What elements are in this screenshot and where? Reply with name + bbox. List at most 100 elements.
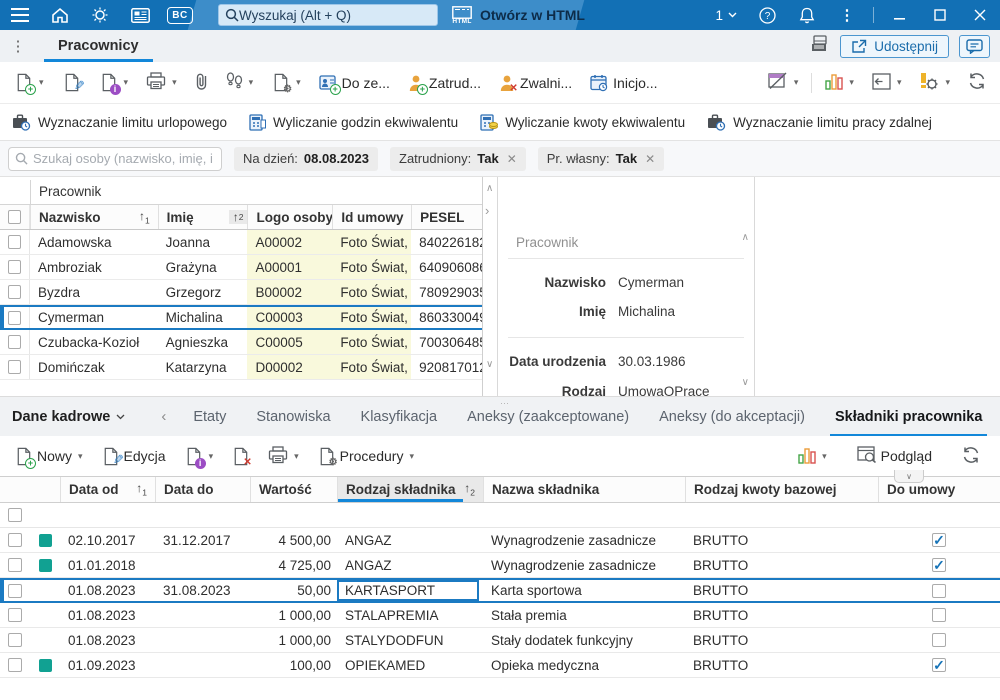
table-row[interactable]: Byzdra Grzegorz B00002 Foto Świat, 78092… (0, 280, 482, 305)
search-input[interactable] (239, 7, 431, 23)
chart-view-button[interactable]: ▾ (792, 442, 833, 471)
remove-filter-icon[interactable]: ✕ (507, 152, 517, 166)
table-row-selected[interactable]: 01.08.2023 31.08.2023 50,00 KARTASPORT K… (0, 578, 1000, 603)
comment-bubble-button[interactable] (959, 34, 990, 58)
pages-panel-icon[interactable] (810, 35, 830, 57)
do-umowy-checkbox[interactable] (932, 583, 946, 598)
settings-warning-button[interactable]: ▾ (913, 68, 956, 98)
global-search[interactable] (218, 4, 438, 26)
bc-module-icon[interactable]: BC (160, 0, 200, 30)
info-component-button[interactable]: i ▾ (178, 443, 220, 470)
filter-chip-date[interactable]: Na dzień: 08.08.2023 (234, 146, 378, 171)
do-umowy-checkbox[interactable] (932, 658, 946, 672)
edit-record-button[interactable]: ✎ (56, 69, 87, 96)
row-checkbox[interactable] (8, 260, 21, 274)
tab-etaty[interactable]: Etaty (178, 397, 241, 437)
filter-row[interactable] (0, 503, 1000, 528)
filter-chip-pr-wlasny[interactable]: Pr. własny: Tak ✕ (537, 146, 665, 171)
tab-kebab-icon[interactable]: ⋮ (0, 37, 36, 55)
table-row[interactable]: 01.08.2023 1 000,00 STALYDODFUN Stały do… (0, 628, 1000, 653)
terminate-button[interactable]: ✕ Zwalni... (493, 70, 578, 96)
row-checkbox[interactable] (8, 360, 21, 374)
maximize-button[interactable] (920, 0, 960, 30)
kebab-menu-icon[interactable]: ⋮ (827, 0, 867, 30)
refresh-button[interactable] (962, 68, 992, 97)
table-row[interactable]: 01.08.2023 1 000,00 STALAPREMIA Stała pr… (0, 603, 1000, 628)
section-selector[interactable]: Dane kadrowe (0, 409, 137, 425)
filter-chip-zatrudniony[interactable]: Zatrudniony: Tak ✕ (390, 146, 526, 171)
table-row[interactable]: Czubacka-Kozioł Agnieszka C00005 Foto Św… (0, 330, 482, 355)
do-umowy-checkbox[interactable] (932, 608, 946, 622)
print-components-button[interactable]: ▾ (262, 442, 305, 471)
print-button[interactable]: ▾ (140, 68, 183, 97)
new-record-button[interactable]: + ▾ (8, 69, 50, 96)
tab-pracownicy[interactable]: Pracownicy (44, 30, 153, 62)
procedures-button[interactable]: ⚙ Procedury ▾ (311, 443, 420, 470)
do-umowy-checkbox[interactable] (932, 633, 946, 647)
column-header-logo[interactable]: Logo osoby (247, 205, 332, 229)
row-checkbox[interactable] (8, 235, 21, 249)
row-checkbox[interactable] (8, 608, 22, 622)
tabs-scroll-left-icon[interactable]: ‹ (149, 408, 178, 425)
table-row[interactable]: 01.01.2018 4 725,00 ANGAZ Wynagrodzenie … (0, 553, 1000, 578)
proc-limit-pracy-zdalnej[interactable]: Wyznaczanie limitu pracy zdalnej (707, 114, 932, 131)
initialize-button[interactable]: Inicjo... (584, 70, 663, 96)
message-template-button[interactable]: ▾ (761, 68, 805, 97)
info-document-button[interactable]: i ▾ (93, 69, 135, 96)
row-checkbox[interactable] (8, 583, 22, 598)
row-checkbox[interactable] (8, 658, 22, 672)
remove-filter-icon[interactable]: ✕ (645, 152, 655, 166)
column-header-pesel[interactable]: PESEL (411, 205, 482, 229)
tab-skladniki-pracownika[interactable]: Składniki pracownika (820, 397, 997, 437)
lightbulb-icon[interactable] (80, 0, 120, 30)
row-checkbox[interactable] (8, 558, 22, 572)
open-in-html-button[interactable]: HTML Otwórz w HTML (452, 5, 585, 25)
person-search-input[interactable] (33, 151, 215, 166)
column-header-nazwa-skladnika[interactable]: Nazwa składnika (483, 477, 685, 502)
scroll-down-icon[interactable]: ∨ (486, 359, 493, 370)
row-checkbox[interactable] (8, 633, 22, 647)
notifications-bell-icon[interactable] (787, 0, 827, 30)
column-header-data-od[interactable]: Data od ↑1 (60, 477, 155, 502)
select-all-checkbox[interactable] (8, 508, 22, 522)
collapse-panel-handle[interactable]: ∨ (894, 470, 924, 483)
history-button[interactable]: ▾ (220, 68, 260, 97)
preview-button[interactable]: Podgląd (851, 442, 938, 470)
proc-godziny-ekwiwalentu[interactable]: Wyliczanie godzin ekwiwalentu (249, 113, 458, 131)
select-all-checkbox[interactable] (8, 210, 21, 224)
column-header-rodzaj-skladnika[interactable]: Rodzaj składnika ↑2 (337, 477, 483, 502)
help-icon[interactable]: ? (747, 0, 787, 30)
home-icon[interactable] (40, 0, 80, 30)
column-header-imie[interactable]: Imię ↑ 2 (157, 205, 248, 229)
do-umowy-checkbox[interactable] (932, 533, 946, 547)
table-row-selected[interactable]: Cymerman Michalina C00003 Foto Świat, 86… (0, 305, 482, 330)
tab-aneksy-zaakceptowane[interactable]: Aneksy (zaakceptowane) (452, 397, 644, 437)
proc-limit-urlopowy[interactable]: Wyznaczanie limitu urlopowego (12, 114, 227, 131)
row-checkbox[interactable] (8, 335, 21, 349)
document-actions-button[interactable]: ⚙ ▾ (265, 69, 307, 96)
table-row[interactable]: Ambroziak Grażyna A00001 Foto Świat, 640… (0, 255, 482, 280)
new-component-button[interactable]: + Nowy ▾ (8, 443, 89, 470)
row-checkbox[interactable] (8, 310, 21, 325)
delete-component-button[interactable]: ✕ (225, 443, 256, 470)
tab-stanowiska[interactable]: Stanowiska (241, 397, 345, 437)
edit-component-button[interactable]: ✎ Edycja (95, 443, 172, 470)
column-header-data-do[interactable]: Data do (155, 477, 250, 502)
do-umowy-checkbox[interactable] (932, 558, 946, 572)
column-header-wartosc[interactable]: Wartość (250, 477, 337, 502)
close-button[interactable] (960, 0, 1000, 30)
row-checkbox[interactable] (8, 533, 22, 547)
minimize-button[interactable] (880, 0, 920, 30)
hamburger-menu-icon[interactable] (0, 0, 40, 30)
table-row[interactable]: Domińczak Katarzyna D00002 Foto Świat, 9… (0, 355, 482, 380)
focused-edit-cell[interactable]: KARTASPORT (337, 580, 479, 601)
column-header-umowa[interactable]: Id umowy (332, 205, 411, 229)
workspace-count-dropdown[interactable]: 1 (705, 8, 747, 23)
proc-kwota-ekwiwalentu[interactable]: Wyliczanie kwoty ekwiwalentu (480, 113, 685, 131)
panel-layout-button[interactable]: ▾ (866, 69, 908, 97)
column-header-nazwisko[interactable]: Nazwisko ↑1 (29, 205, 158, 229)
attachment-button[interactable] (189, 68, 214, 98)
scroll-up-icon[interactable]: ∧ (742, 232, 749, 243)
add-to-team-button[interactable]: + Do ze... (313, 70, 396, 96)
person-search[interactable] (8, 146, 222, 171)
